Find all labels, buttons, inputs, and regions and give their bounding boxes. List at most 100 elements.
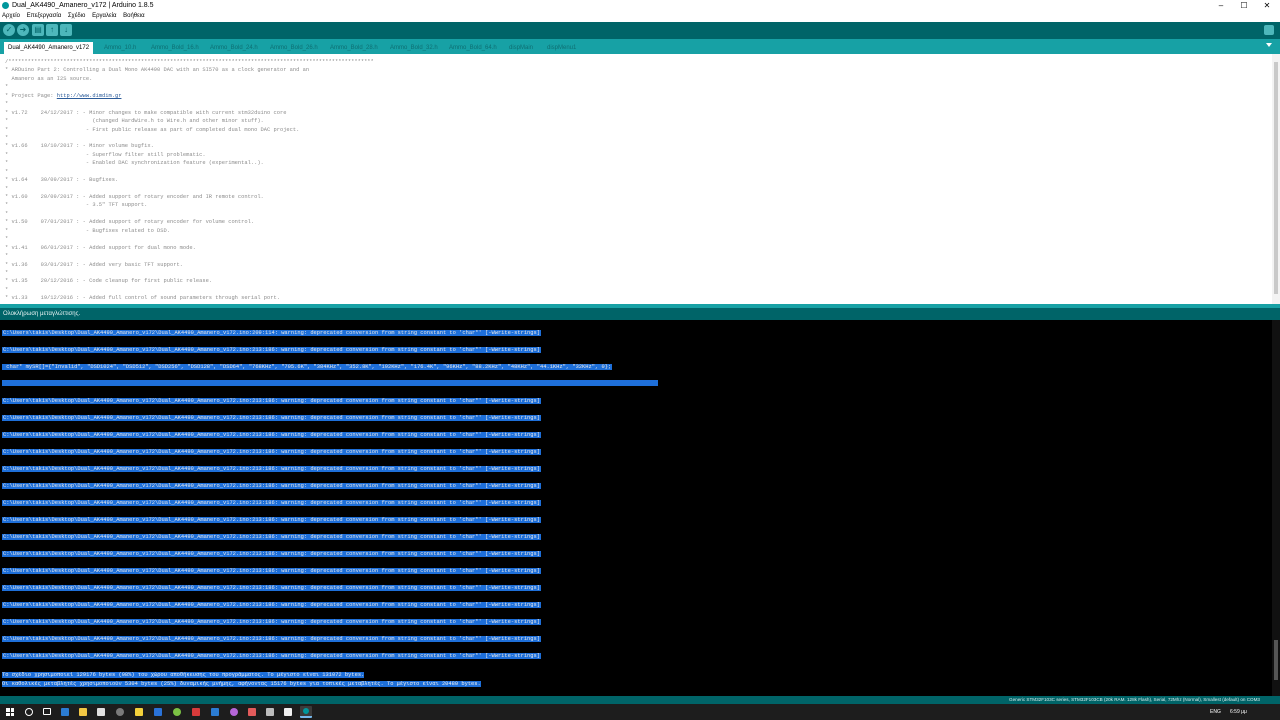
console-line-text: C:\Users\takis\Desktop\Dual_AK4490_Amane…	[2, 415, 541, 421]
console-line-text: C:\Users\takis\Desktop\Dual_AK4490_Amane…	[2, 568, 541, 574]
code-line: * - Enabled DAC synchronization feature …	[5, 160, 264, 167]
new-sketch-button[interactable]: ▤	[32, 24, 44, 36]
code-line: * v1.64 30/09/2017 : - Bugfixes.	[5, 177, 119, 184]
app-icon-4[interactable]	[173, 708, 181, 716]
code-line: * (changed HardWire.h to Wire.h and othe…	[5, 118, 264, 125]
language-indicator[interactable]: ENG	[1210, 704, 1221, 720]
tab-menu-icon[interactable]	[1266, 43, 1272, 47]
tab-ammo-bold-26[interactable]: Ammo_Bold_26.h	[266, 42, 322, 54]
console-line-text: char* mySR[]={"Invalid", "DSD1024", "DSD…	[2, 364, 613, 370]
menu-bar: Αρχείο Επεξεργασία Σχέδιο Εργαλεία Βοήθε…	[0, 11, 1280, 22]
console-scroll-thumb[interactable]	[1274, 640, 1278, 680]
upload-button[interactable]: ➜	[17, 24, 29, 36]
board-status-bar: Generic STM32F103C series, STM32F103CB (…	[0, 696, 1280, 704]
code-line: *	[5, 101, 9, 108]
console-line: C:\Users\takis\Desktop\Dual_AK4490_Amane…	[2, 397, 658, 414]
code-line: * - 3.5" TFT support.	[5, 202, 148, 209]
tab-ammo-bold-32[interactable]: Ammo_Bold_32.h	[386, 42, 442, 54]
close-button[interactable]: ✕	[1256, 0, 1278, 11]
arrow-up-icon: ↑	[50, 25, 54, 34]
console-line-text: C:\Users\takis\Desktop\Dual_AK4490_Amane…	[2, 466, 541, 472]
console-line-text: C:\Users\takis\Desktop\Dual_AK4490_Amane…	[2, 653, 541, 659]
console-line-text: C:\Users\takis\Desktop\Dual_AK4490_Amane…	[2, 517, 541, 523]
status-message: Ολοκλήρωση μεταγλώττισης.	[0, 308, 1280, 320]
tab-ammo-bold-24[interactable]: Ammo_Bold_24.h	[206, 42, 262, 54]
title-bar: Dual_AK4490_Amanero_v172 | Arduino 1.8.5…	[0, 0, 1280, 11]
tab-dispmenu1[interactable]: dispMenu1	[543, 42, 580, 54]
console-line: C:\Users\takis\Desktop\Dual_AK4490_Amane…	[2, 516, 658, 533]
check-icon: ✓	[5, 25, 13, 34]
editor-scroll-thumb[interactable]	[1274, 62, 1278, 294]
code-line: * v1.72 24/12/2017 : - Minor changes to …	[5, 109, 287, 116]
tab-ammo-bold-64[interactable]: Ammo_Bold_64.h	[445, 42, 501, 54]
console-line: C:\Users\takis\Desktop\Dual_AK4490_Amane…	[2, 584, 658, 601]
app-icon-9[interactable]	[266, 708, 274, 716]
code-line: * v1.50 07/01/2017 : - Added support of …	[5, 219, 255, 226]
menu-file[interactable]: Αρχείο	[2, 13, 20, 19]
minimize-button[interactable]: –	[1210, 0, 1232, 11]
tab-ammo-10[interactable]: Ammo_10.h	[100, 42, 140, 54]
menu-edit[interactable]: Επεξεργασία	[27, 13, 62, 19]
code-line: *	[5, 210, 9, 217]
app-icon-8[interactable]	[248, 708, 256, 716]
save-sketch-button[interactable]: ↓	[60, 24, 72, 36]
console-line: C:\Users\takis\Desktop\Dual_AK4490_Amane…	[2, 550, 658, 567]
code-line: *	[5, 269, 9, 276]
tab-bar: Dual_AK4490_Amanero_v172 Ammo_10.h Ammo_…	[0, 39, 1280, 54]
console-line-text: C:\Users\takis\Desktop\Dual_AK4490_Amane…	[2, 330, 541, 336]
code-line: * v1.33 19/12/2016 : - Added full contro…	[5, 295, 280, 302]
console-line: C:\Users\takis\Desktop\Dual_AK4490_Amane…	[2, 533, 658, 550]
tab-main-sketch[interactable]: Dual_AK4490_Amanero_v172	[4, 42, 94, 54]
search-icon[interactable]	[25, 708, 33, 716]
console-line-text	[2, 380, 658, 386]
code-line: * v1.35 20/12/2016 : - Code cleanup for …	[5, 278, 213, 285]
arduino-taskbar-button[interactable]	[300, 706, 312, 718]
menu-tools[interactable]: Εργαλεία	[92, 13, 116, 19]
code-line: *	[5, 168, 9, 175]
console-line: C:\Users\takis\Desktop\Dual_AK4490_Amane…	[2, 482, 658, 499]
code-line: *	[5, 236, 9, 243]
console-line-text: C:\Users\takis\Desktop\Dual_AK4490_Amane…	[2, 449, 541, 455]
tab-dispmain[interactable]: dispMain	[505, 42, 537, 54]
tab-ammo-bold-28[interactable]: Ammo_Bold_28.h	[326, 42, 382, 54]
console-line-text: C:\Users\takis\Desktop\Dual_AK4490_Amane…	[2, 551, 541, 557]
tab-ammo-bold-16[interactable]: Ammo_Bold_16.h	[147, 42, 203, 54]
store-icon[interactable]	[97, 708, 105, 716]
open-sketch-button[interactable]: ↑	[46, 24, 58, 36]
console-line-text: C:\Users\takis\Desktop\Dual_AK4490_Amane…	[2, 483, 541, 489]
console-output[interactable]: C:\Users\takis\Desktop\Dual_AK4490_Amane…	[0, 320, 1280, 696]
console-line: char* mySR[]={"Invalid", "DSD1024", "DSD…	[2, 363, 658, 380]
verify-button[interactable]: ✓	[3, 24, 15, 36]
app-icon-1[interactable]	[116, 708, 124, 716]
new-file-icon: ▤	[34, 25, 42, 34]
project-page-link[interactable]: http://www.dimdim.gr	[57, 93, 122, 99]
board-info: Generic STM32F103C series, STM32F103CB (…	[1009, 697, 1260, 702]
windows-start-icon[interactable]	[6, 708, 14, 716]
console-lines: C:\Users\takis\Desktop\Dual_AK4490_Amane…	[2, 329, 658, 669]
menu-help[interactable]: Βοήθεια	[123, 13, 145, 19]
app-icon-6[interactable]	[211, 708, 219, 716]
app-icon-10[interactable]	[284, 708, 292, 716]
code-line: *	[5, 185, 9, 192]
app-icon-3[interactable]	[154, 708, 162, 716]
editor-scrollbar[interactable]	[1272, 54, 1280, 304]
app-icon-7[interactable]	[230, 708, 238, 716]
maximize-button[interactable]: ☐	[1233, 0, 1255, 11]
console-line-text: C:\Users\takis\Desktop\Dual_AK4490_Amane…	[2, 602, 541, 608]
clock[interactable]: 6:59 μμ	[1230, 704, 1247, 720]
toolbar: ✓ ➜ ▤ ↑ ↓	[0, 22, 1280, 39]
console-line: C:\Users\takis\Desktop\Dual_AK4490_Amane…	[2, 346, 658, 363]
task-view-icon[interactable]	[43, 708, 51, 715]
folder-icon[interactable]	[79, 708, 87, 716]
console-scrollbar[interactable]	[1272, 320, 1280, 696]
code-line: * ARDuino Part 2: Controlling a Dual Mon…	[5, 67, 310, 74]
app-icon-2[interactable]	[135, 708, 143, 716]
console-line: C:\Users\takis\Desktop\Dual_AK4490_Amane…	[2, 329, 658, 346]
menu-sketch[interactable]: Σχέδιο	[68, 13, 86, 19]
app-icon-5[interactable]	[192, 708, 200, 716]
console-line: C:\Users\takis\Desktop\Dual_AK4490_Amane…	[2, 465, 658, 482]
ram-usage-line: Οι καθολικές μεταβλητές χρησιμοποιούν 53…	[2, 680, 481, 687]
code-editor[interactable]: /***************************************…	[0, 54, 1280, 304]
edge-icon[interactable]	[61, 708, 69, 716]
serial-monitor-button[interactable]	[1264, 25, 1274, 35]
